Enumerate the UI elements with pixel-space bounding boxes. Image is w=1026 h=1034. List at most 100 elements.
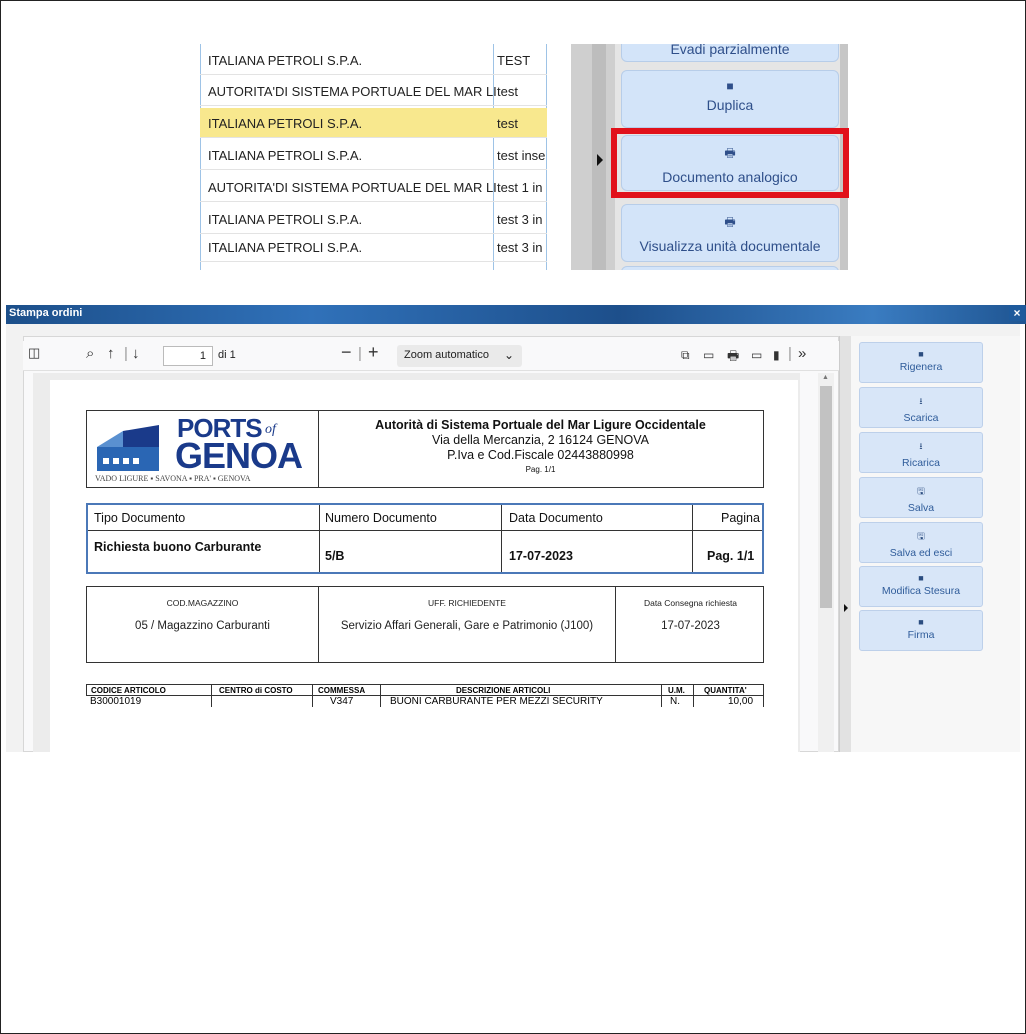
- row-supplier: ITALIANA PETROLI S.P.A.: [208, 148, 363, 163]
- salva-button[interactable]: 🖫 Salva: [859, 477, 983, 518]
- label-data-consegna: Data Consegna richiesta: [643, 598, 738, 608]
- row-description: test 3 in: [497, 240, 543, 255]
- organization-vat: P.Iva e Cod.Fiscale 02443880998: [447, 448, 634, 462]
- items-row: B30001019 V347 BUONI CARBURANTE PER MEZZ…: [86, 696, 764, 708]
- row-supplier: AUTORITA'DI SISTEMA PORTUALE DEL MAR LI: [208, 180, 497, 195]
- divider: |: [788, 345, 792, 362]
- modifica-stesura-button[interactable]: ■ Modifica Stesura: [859, 566, 983, 607]
- logo-genoa: GENOA: [175, 435, 303, 476]
- row-description: test 1 in: [497, 180, 543, 195]
- warehouse-block: COD.MAGAZZINO 05 / Magazzino Carburanti …: [86, 586, 764, 663]
- column-divider: [319, 505, 320, 572]
- duplica-button[interactable]: ■ Duplica: [621, 70, 839, 128]
- scroll-up-icon[interactable]: ▲: [822, 374, 829, 381]
- sidebar-toggle-icon[interactable]: ◫: [28, 345, 40, 361]
- list-row-selected[interactable]: ITALIANA PETROLI S.P.A. test: [200, 108, 547, 138]
- ports-of-genoa-logo: PORTS of GENOA VADO LIGURE ▪ SAVONA ▪ PR…: [95, 413, 315, 485]
- list-row[interactable]: ITALIANA PETROLI S.P.A. test 3 in: [200, 204, 547, 234]
- next-page-icon[interactable]: ↓: [132, 345, 140, 362]
- scarica-button[interactable]: ⭳ Scarica: [859, 387, 983, 428]
- dialog-titlebar[interactable]: Stampa ordini: [6, 305, 1026, 324]
- row-supplier: ITALIANA PETROLI S.P.A.: [208, 53, 363, 68]
- panel-splitter[interactable]: [571, 44, 615, 270]
- document-type-table: Tipo Documento Numero Documento Data Doc…: [86, 503, 764, 574]
- visualizza-unita-documentale-button[interactable]: 🖶 Visualizza unità documentale: [621, 204, 839, 262]
- logo-tagline: VADO LIGURE ▪ SAVONA ▪ PRA' ▪ GENOVA: [95, 474, 251, 483]
- evadi-parzialmente-button[interactable]: Evadi parzialmente: [621, 44, 839, 62]
- list-row[interactable]: ITALIANA PETROLI S.P.A. test inse: [200, 140, 547, 170]
- dialog-title: Stampa ordini: [9, 307, 83, 319]
- button-label: Visualizza unità documentale: [639, 238, 821, 254]
- value-tipo-documento: Richiesta buono Carburante: [94, 540, 262, 554]
- rigenera-button[interactable]: ■ Rigenera: [859, 342, 983, 383]
- previous-page-icon[interactable]: ↑: [107, 345, 115, 362]
- page-indicator-small: Pag. 1/1: [525, 465, 556, 474]
- list-row[interactable]: AUTORITA'DI SISTEMA PORTUALE DEL MAR LI …: [200, 76, 547, 106]
- list-row[interactable]: AUTORITA'DI SISTEMA PORTUALE DEL MAR LI …: [200, 172, 547, 202]
- zoom-value: Zoom automatico: [404, 349, 489, 361]
- bookmark-icon[interactable]: ▮: [773, 348, 780, 362]
- download-icon: ⭳: [919, 396, 923, 406]
- more-tools-icon[interactable]: »: [798, 345, 806, 362]
- zoom-select[interactable]: Zoom automatico ⌄: [397, 345, 522, 367]
- download-icon[interactable]: ▭: [751, 348, 762, 362]
- expand-arrow-icon[interactable]: [597, 154, 603, 166]
- button-label: Ricarica: [902, 457, 940, 469]
- firma-button[interactable]: ■ Firma: [859, 610, 983, 651]
- cell-commessa: V347: [330, 696, 354, 707]
- cell-codice: B30001019: [90, 696, 142, 707]
- list-row[interactable]: ITALIANA PETROLI S.P.A. test 3 in: [200, 232, 547, 262]
- list-row[interactable]: ITALIANA PETROLI S.P.A. TEST: [200, 45, 547, 75]
- print-icon[interactable]: 🖶: [727, 347, 739, 369]
- search-icon[interactable]: ⌕: [86, 345, 94, 362]
- header-numero-documento: Numero Documento: [325, 511, 437, 525]
- button-label: Scarica: [903, 412, 939, 424]
- next-action-button[interactable]: [621, 266, 839, 270]
- row-description: TEST: [497, 53, 531, 68]
- chevron-down-icon: ⌄: [503, 348, 514, 362]
- button-label: Rigenera: [899, 361, 943, 373]
- file-icon: ■: [918, 349, 924, 359]
- header-pagina: Pagina: [721, 511, 760, 525]
- value-numero-documento: 5/B: [325, 549, 345, 563]
- close-icon[interactable]: ×: [1009, 305, 1025, 321]
- right-panel-splitter[interactable]: [839, 336, 851, 752]
- page-number-input[interactable]: 1: [163, 346, 213, 366]
- label-cod-magazzino: COD.MAGAZZINO: [166, 598, 239, 608]
- header-tipo-documento: Tipo Documento: [94, 511, 186, 525]
- logo-mark-icon: [97, 425, 159, 471]
- pdf-scrollbar[interactable]: ▲: [818, 373, 834, 752]
- value-uff-richiedente: Servizio Affari Generali, Gare e Patrimo…: [340, 620, 594, 632]
- button-label: Duplica: [706, 97, 754, 113]
- row-supplier: ITALIANA PETROLI S.P.A.: [208, 116, 363, 131]
- value-data-documento: 17-07-2023: [509, 549, 573, 563]
- divider: |: [124, 345, 128, 362]
- divider: |: [358, 345, 362, 362]
- organization-address: Via della Mercanzia, 2 16124 GENOVA: [431, 433, 650, 447]
- printer-icon: 🖶: [724, 215, 736, 229]
- button-label: Salva ed esci: [889, 547, 953, 559]
- zoom-out-icon[interactable]: −: [341, 342, 352, 363]
- presentation-mode-icon[interactable]: ⧉: [681, 348, 690, 363]
- cell-quantita: 10,00: [728, 696, 754, 707]
- scrollbar-thumb[interactable]: [820, 386, 832, 608]
- row-supplier: ITALIANA PETROLI S.P.A.: [208, 212, 363, 227]
- cell-um: N.: [670, 696, 680, 707]
- cell-descrizione: BUONI CARBURANTE PER MEZZI SECURITY: [390, 696, 603, 707]
- zoom-in-icon[interactable]: +: [368, 342, 379, 363]
- expand-arrow-icon[interactable]: [844, 604, 848, 612]
- save-icon: 🖫: [917, 531, 925, 541]
- organization-info: Autorità di Sistema Portuale del Mar Lig…: [318, 418, 763, 474]
- open-file-icon[interactable]: ▭: [703, 348, 714, 362]
- row-supplier: AUTORITA'DI SISTEMA PORTUALE DEL MAR LI: [208, 84, 497, 99]
- copy-icon: ■: [726, 79, 734, 93]
- value-data-consegna: 17-07-2023: [661, 620, 720, 632]
- ricarica-button[interactable]: ⭳ Ricarica: [859, 432, 983, 473]
- save-icon: 🖫: [917, 486, 925, 496]
- row-description: test inse: [497, 148, 545, 163]
- orders-list: ITALIANA PETROLI S.P.A. TEST AUTORITA'DI…: [200, 44, 547, 270]
- button-label: Salva: [907, 502, 935, 514]
- label-uff-richiedente: UFF. RICHIEDENTE: [428, 598, 506, 608]
- items-header-row: CODICE ARTICOLO CENTRO di COSTO COMMESSA…: [86, 684, 764, 696]
- salva-ed-esci-button[interactable]: 🖫 Salva ed esci: [859, 522, 983, 563]
